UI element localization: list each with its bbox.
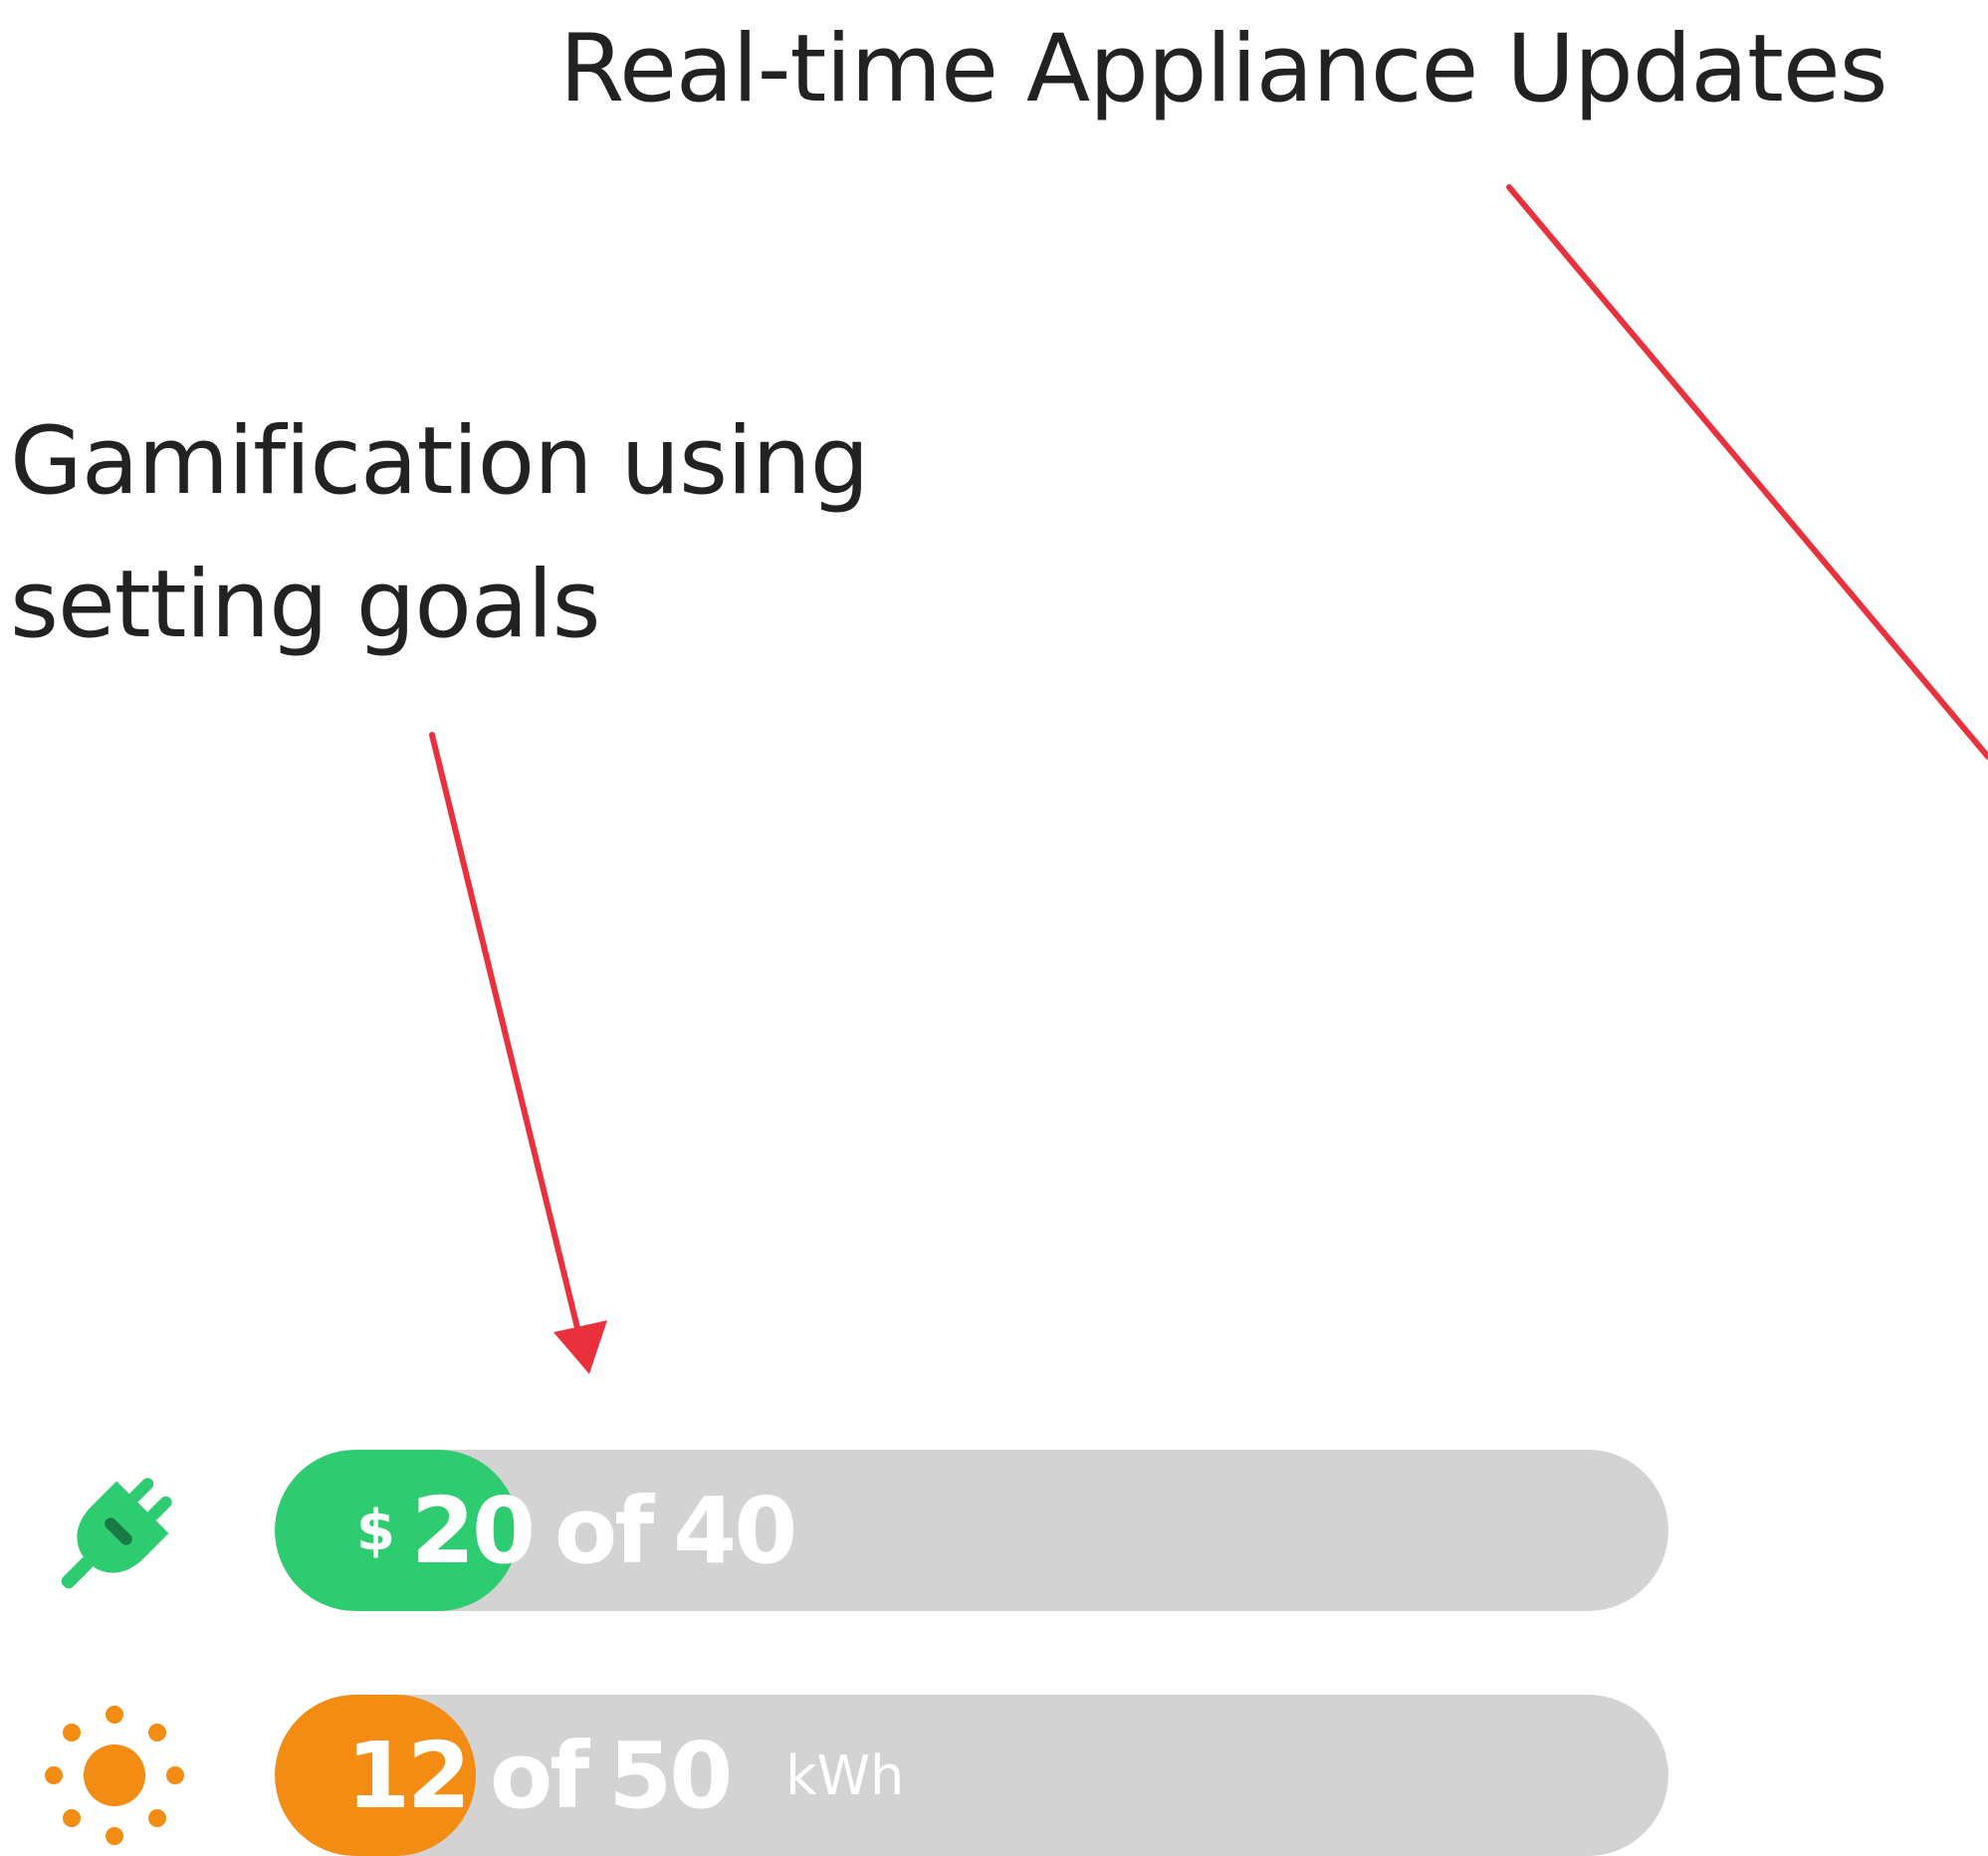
energy-progress-track: 12 of 50 kWh bbox=[275, 1695, 1668, 1856]
sun-icon bbox=[45, 1706, 184, 1845]
gamification-arrowhead bbox=[553, 1320, 607, 1374]
goal-cost-row: $ 20 of 40 bbox=[0, 1450, 1672, 1611]
gamification-label-line1: Gamification using bbox=[10, 407, 869, 516]
cost-target-value: 40 bbox=[673, 1477, 797, 1584]
energy-progress-text: 12 of 50 kWh bbox=[275, 1695, 904, 1856]
currency-symbol: $ bbox=[356, 1498, 395, 1563]
gamification-label-line2: setting goals bbox=[10, 551, 601, 659]
goal-energy-row: 12 of 50 kWh bbox=[0, 1695, 1672, 1856]
gamification-arrow bbox=[429, 732, 584, 1347]
cost-current-value: 20 bbox=[410, 1477, 536, 1584]
realtime-arrow bbox=[1506, 184, 1988, 760]
gamification-label: Gamification using setting goals bbox=[10, 390, 869, 677]
cost-progress-text: $ 20 of 40 bbox=[275, 1450, 797, 1611]
energy-of-label: of bbox=[490, 1722, 589, 1829]
energy-target-value: 50 bbox=[608, 1722, 733, 1829]
realtime-updates-label: Real-time Appliance Updates bbox=[559, 15, 1888, 123]
cost-of-label: of bbox=[554, 1477, 654, 1584]
plug-icon bbox=[61, 1478, 172, 1589]
cost-progress-track: $ 20 of 40 bbox=[275, 1450, 1668, 1611]
energy-unit: kWh bbox=[785, 1743, 905, 1807]
energy-current-value: 12 bbox=[346, 1722, 471, 1829]
